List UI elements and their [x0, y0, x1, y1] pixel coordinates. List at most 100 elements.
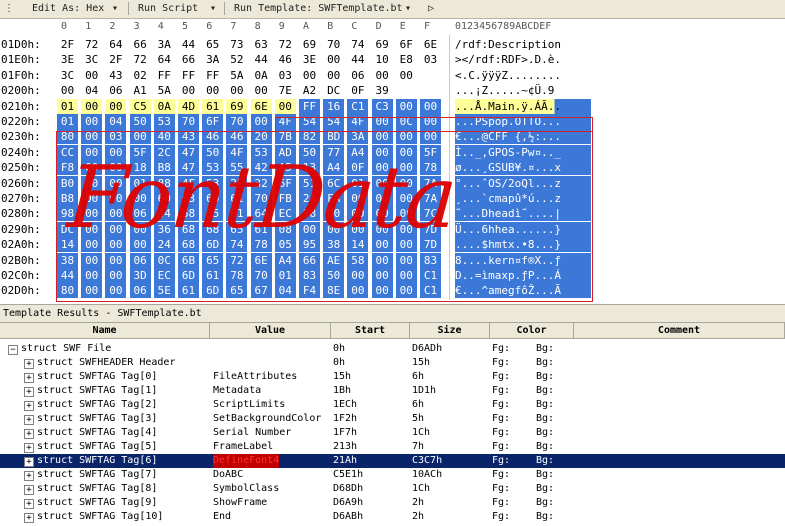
hex-byte[interactable]: 04 [105, 114, 127, 129]
run-script-button[interactable]: Run Script [138, 3, 198, 14]
hex-byte[interactable]: 43 [105, 68, 126, 83]
hex-byte[interactable]: E8 [396, 52, 417, 67]
collapse-minus-icon[interactable]: − [8, 345, 18, 355]
hex-byte[interactable]: 69 [299, 37, 320, 52]
template-row[interactable]: + struct SWFTAG Tag[2] ScriptLimits 1ECh 6h F… [0, 398, 785, 412]
hex-byte[interactable] [396, 83, 417, 98]
hex-byte[interactable]: 6E [420, 37, 441, 52]
expand-plus-icon[interactable]: + [24, 415, 34, 425]
hex-byte[interactable]: 0A [251, 68, 272, 83]
hex-byte[interactable]: 03 [420, 52, 441, 67]
hex-byte[interactable]: 44 [178, 37, 199, 52]
hex-byte[interactable]: C1 [347, 98, 369, 114]
hex-byte[interactable]: 72 [275, 37, 296, 52]
hex-byte[interactable]: 0A [153, 98, 175, 114]
hex-byte[interactable]: 00 [396, 68, 417, 83]
column-header-size[interactable]: Size [410, 323, 490, 339]
hex-byte[interactable]: FF [154, 68, 175, 83]
hex-byte[interactable]: 70 [323, 37, 344, 52]
template-row[interactable]: − struct SWF File 0h D6ADh Fg: Bg: [0, 342, 785, 356]
template-row[interactable]: + struct SWFTAG Tag[6] DefineFont4 21Ah C3C7… [0, 454, 785, 468]
hex-byte[interactable]: DC [323, 83, 344, 98]
column-header-comment[interactable]: Comment [574, 323, 785, 339]
hex-byte[interactable]: 70 [226, 114, 248, 129]
hex-byte[interactable]: 63 [251, 37, 272, 52]
hex-byte[interactable]: FF [178, 68, 199, 83]
hex-byte[interactable] [420, 68, 441, 83]
hex-row-ascii[interactable]: ...¡Z.....~¢Ü.9 [455, 83, 591, 98]
hex-byte[interactable]: 00 [250, 114, 272, 129]
hex-byte[interactable]: 5A [226, 68, 247, 83]
hex-byte[interactable]: 00 [323, 52, 344, 67]
hex-byte[interactable]: 73 [226, 37, 247, 52]
hex-byte[interactable]: 00 [178, 83, 199, 98]
hex-byte[interactable]: A2 [299, 83, 320, 98]
hex-byte[interactable]: 00 [299, 68, 320, 83]
hex-byte[interactable]: 3E [299, 52, 320, 67]
hex-byte[interactable]: 3C [81, 52, 102, 67]
hex-byte[interactable]: 00 [81, 98, 103, 114]
expand-plus-icon[interactable]: + [24, 359, 34, 369]
hex-byte[interactable]: 00 [202, 83, 223, 98]
hex-row-ascii[interactable]: ></rdf:RDF>.D.è. [455, 52, 591, 67]
hex-byte[interactable]: 52 [226, 52, 247, 67]
hex-byte[interactable]: 3E [57, 52, 78, 67]
column-header-name[interactable]: Name [0, 323, 210, 339]
hex-byte[interactable]: 69 [372, 37, 393, 52]
hex-byte[interactable]: 5A [154, 83, 175, 98]
hex-byte[interactable]: A1 [130, 83, 151, 98]
hex-byte[interactable]: 74 [347, 37, 368, 52]
expand-plus-icon[interactable]: + [24, 513, 34, 523]
hex-byte[interactable]: 53 [153, 114, 175, 129]
edit-as-dropdown-icon[interactable]: ▾ [112, 3, 118, 14]
hex-byte[interactable]: 06 [347, 68, 368, 83]
hex-byte[interactable]: FF [299, 98, 320, 114]
column-header-start[interactable]: Start [331, 323, 410, 339]
template-row[interactable]: + struct SWFTAG Tag[1] Metadata 1Bh 1D1h Fg: B… [0, 384, 785, 398]
hex-byte[interactable]: 01 [57, 98, 78, 114]
hex-byte[interactable]: 00 [420, 98, 441, 114]
hex-byte[interactable]: 72 [81, 37, 102, 52]
hex-byte[interactable]: 10 [372, 52, 393, 67]
hex-byte[interactable]: 66 [178, 52, 199, 67]
hex-byte[interactable]: 00 [323, 68, 344, 83]
hex-byte[interactable]: 50 [129, 114, 151, 129]
hex-byte[interactable]: 2F [57, 37, 78, 52]
hex-row-ascii[interactable]: ...Å.Main.ÿ.ÁÃ.. [455, 98, 591, 114]
hex-byte[interactable]: 03 [275, 68, 296, 83]
hex-byte[interactable]: 01 [57, 114, 78, 129]
hex-byte[interactable]: 6E [250, 98, 272, 114]
hex-byte[interactable]: 64 [154, 52, 175, 67]
hex-byte[interactable]: 00 [251, 83, 272, 98]
expand-plus-icon[interactable]: + [24, 429, 34, 439]
hex-byte[interactable]: FF [202, 68, 223, 83]
hex-byte[interactable]: 00 [274, 98, 296, 114]
run-template-dropdown-icon[interactable]: ▾ [405, 3, 411, 14]
hex-byte[interactable]: 00 [81, 114, 103, 129]
hex-byte[interactable]: 00 [81, 68, 102, 83]
hex-byte[interactable]: 00 [395, 98, 417, 114]
hex-byte[interactable]: 69 [226, 98, 248, 114]
hex-row-ascii[interactable]: <.C.ÿÿÿZ........ [455, 68, 591, 83]
run-template-button[interactable]: Run Template: SWFTemplate.bt [234, 3, 403, 14]
hex-byte[interactable]: 44 [347, 52, 368, 67]
hex-byte[interactable]: 00 [57, 83, 78, 98]
template-row[interactable]: + struct SWFTAG Tag[9] ShowFrame D6A9h 2h Fg:… [0, 496, 785, 510]
hex-byte[interactable]: 2F [105, 52, 126, 67]
template-row[interactable]: + struct SWFHEADER Header 0h 15h Fg: Bg: [0, 356, 785, 370]
template-row[interactable]: + struct SWFTAG Tag[4] Serial Number 1F7h 1C… [0, 426, 785, 440]
expand-plus-icon[interactable]: + [24, 499, 34, 509]
expand-plus-icon[interactable]: + [24, 457, 34, 467]
hex-byte[interactable]: 00 [372, 68, 393, 83]
edit-as-button[interactable]: Edit As: Hex [32, 3, 104, 14]
hex-byte[interactable]: 61 [202, 98, 224, 114]
hex-byte[interactable]: 04 [81, 83, 102, 98]
hex-byte[interactable]: 3A [202, 52, 223, 67]
expand-plus-icon[interactable]: + [24, 387, 34, 397]
hex-byte[interactable]: C5 [129, 98, 151, 114]
hex-byte[interactable]: 66 [130, 37, 151, 52]
template-row[interactable]: + struct SWFTAG Tag[7] DoABC C5E1h 10ACh Fg: B… [0, 468, 785, 482]
column-header-value[interactable]: Value [210, 323, 331, 339]
hex-byte[interactable]: 64 [105, 37, 126, 52]
hex-byte[interactable]: 6F [202, 114, 224, 129]
